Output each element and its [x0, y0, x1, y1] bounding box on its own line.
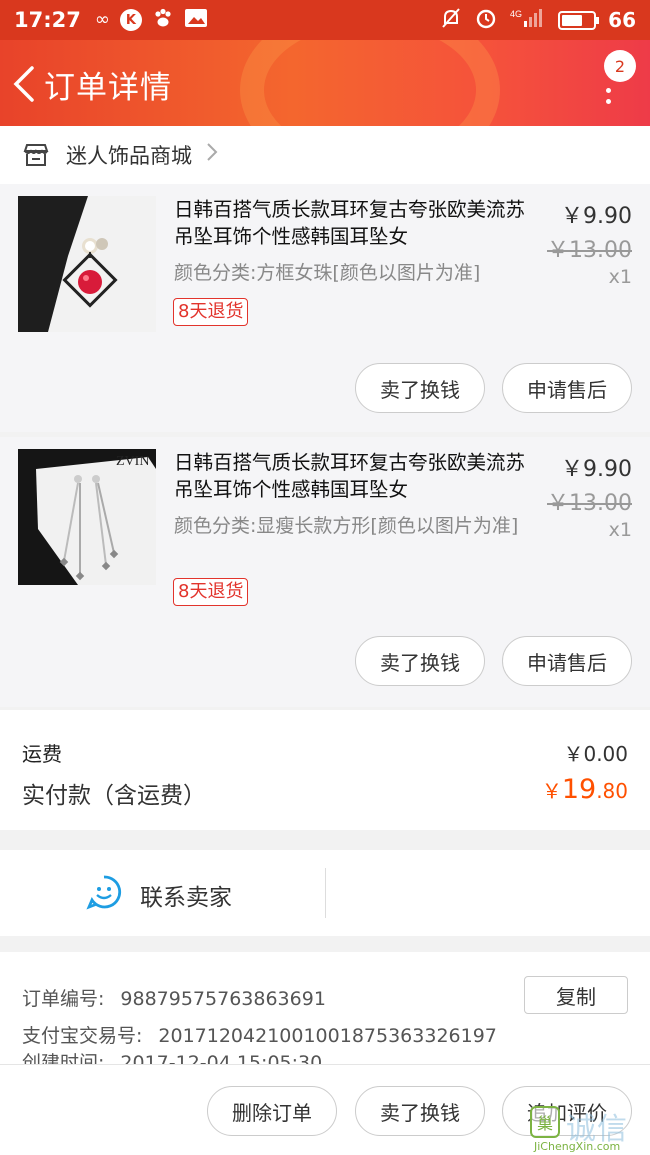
k-app-icon: K — [119, 9, 142, 31]
product-price: ￥9.90 — [561, 204, 632, 229]
back-button[interactable] — [10, 62, 40, 106]
contact-seller-label[interactable]: 联系卖家 — [140, 878, 232, 912]
apply-after-sale-button[interactable]: 申请售后 — [502, 363, 632, 413]
product-quantity: x1 — [608, 266, 632, 288]
chat-smile-icon — [86, 875, 122, 910]
apply-after-sale-button[interactable]: 申请售后 — [502, 636, 632, 686]
alarm-icon — [474, 6, 498, 34]
order-item[interactable]: 日韩百搭气质长款耳环复古夸张欧美流苏吊坠耳饰个性感韩国耳坠女 颜色分类:方框女珠… — [0, 184, 650, 432]
contact-section: 联系卖家 — [0, 850, 650, 936]
battery-level: 66 — [608, 8, 636, 32]
return-policy-badge: 8天退货 — [173, 578, 249, 606]
product-price: ￥9.90 — [561, 457, 632, 482]
product-spec: 颜色分类:显瘦长款方形[颜色以图片为准] — [174, 515, 519, 537]
product-thumbnail[interactable] — [18, 196, 156, 332]
product-name[interactable]: 日韩百搭气质长款耳环复古夸张欧美流苏吊坠耳饰个性感韩国耳坠女 — [174, 449, 529, 503]
contact-seller-button[interactable] — [86, 874, 122, 910]
return-policy-badge: 8天退货 — [173, 298, 249, 326]
shipping-label: 运费 — [22, 742, 62, 766]
watermark-url: JiChengXin.com — [534, 1140, 621, 1153]
order-info: 订单编号: 98879575763863691 复制 支付宝交易号: 2017120… — [0, 952, 650, 1072]
shop-icon — [23, 144, 49, 166]
alipay-number: 2017120421001001875363326197 — [158, 1025, 497, 1047]
delete-order-button[interactable]: 删除订单 — [207, 1086, 337, 1136]
notification-icons: ∞ K — [95, 7, 208, 33]
order-number-label: 订单编号: — [22, 988, 105, 1010]
sell-for-cash-button[interactable]: 卖了换钱 — [355, 636, 485, 686]
copy-button[interactable]: 复制 — [524, 976, 628, 1014]
more-menu-button[interactable] — [596, 72, 620, 108]
shop-row[interactable]: 迷人饰品商城 — [0, 126, 650, 184]
order-totals: 运费 ￥0.00 实付款（含运费） ￥19.80 — [0, 710, 650, 830]
sell-for-cash-button[interactable]: 卖了换钱 — [355, 1086, 485, 1136]
back-arrow-icon — [13, 66, 34, 102]
watermark-logo: 巢 — [530, 1106, 560, 1138]
baidu-paw-icon — [152, 7, 174, 33]
alipay-number-row: 支付宝交易号: 2017120421001001875363326197 — [22, 1021, 497, 1048]
paid-amount-value: ￥19.80 — [542, 774, 628, 805]
alipay-number-label: 支付宝交易号: — [22, 1025, 143, 1047]
paid-amount-label: 实付款（含运费） — [22, 783, 206, 809]
product-spec: 颜色分类:方框女珠[颜色以图片为准] — [174, 262, 481, 284]
paid-amount-integer: 19 — [561, 774, 597, 805]
header-decoration — [240, 40, 500, 126]
shop-name: 迷人饰品商城 — [66, 144, 192, 168]
infinity-icon: ∞ — [94, 9, 110, 30]
more-dots-icon — [606, 88, 611, 93]
paid-amount-decimal: .80 — [596, 779, 628, 803]
order-item[interactable]: ZVIN 日韩百搭气质长款耳环复古夸张欧美流苏吊坠耳饰个性感韩国耳坠女 颜色分类… — [0, 437, 650, 707]
order-number-row: 订单编号: 98879575763863691 — [22, 984, 326, 1011]
chevron-right-icon — [206, 142, 218, 168]
image-icon — [184, 8, 208, 32]
signal-icon: 4G — [510, 7, 546, 33]
title-bar: 订单详情 2 — [0, 40, 650, 126]
status-bar: 17:27 ∞ K 4G 66 — [0, 0, 650, 40]
watermark: 巢 诚信 JiChengXin.com — [526, 1102, 646, 1153]
currency-symbol: ￥ — [541, 779, 562, 803]
product-quantity: x1 — [608, 519, 632, 541]
mute-icon — [440, 7, 462, 33]
order-number: 98879575763863691 — [120, 988, 326, 1010]
battery-icon — [558, 10, 600, 30]
shipping-value: ￥0.00 — [563, 742, 628, 766]
product-name[interactable]: 日韩百搭气质长款耳环复古夸张欧美流苏吊坠耳饰个性感韩国耳坠女 — [174, 196, 529, 250]
product-thumbnail[interactable]: ZVIN — [18, 449, 156, 585]
divider — [325, 868, 326, 918]
svg-text:ZVIN: ZVIN — [116, 454, 149, 469]
page-title: 订单详情 — [44, 70, 172, 106]
sell-for-cash-button[interactable]: 卖了换钱 — [355, 363, 485, 413]
clock: 17:27 — [14, 8, 81, 32]
original-price: ￥13.00 — [547, 491, 632, 516]
svg-text:4G: 4G — [510, 9, 522, 19]
original-price: ￥13.00 — [547, 238, 632, 263]
